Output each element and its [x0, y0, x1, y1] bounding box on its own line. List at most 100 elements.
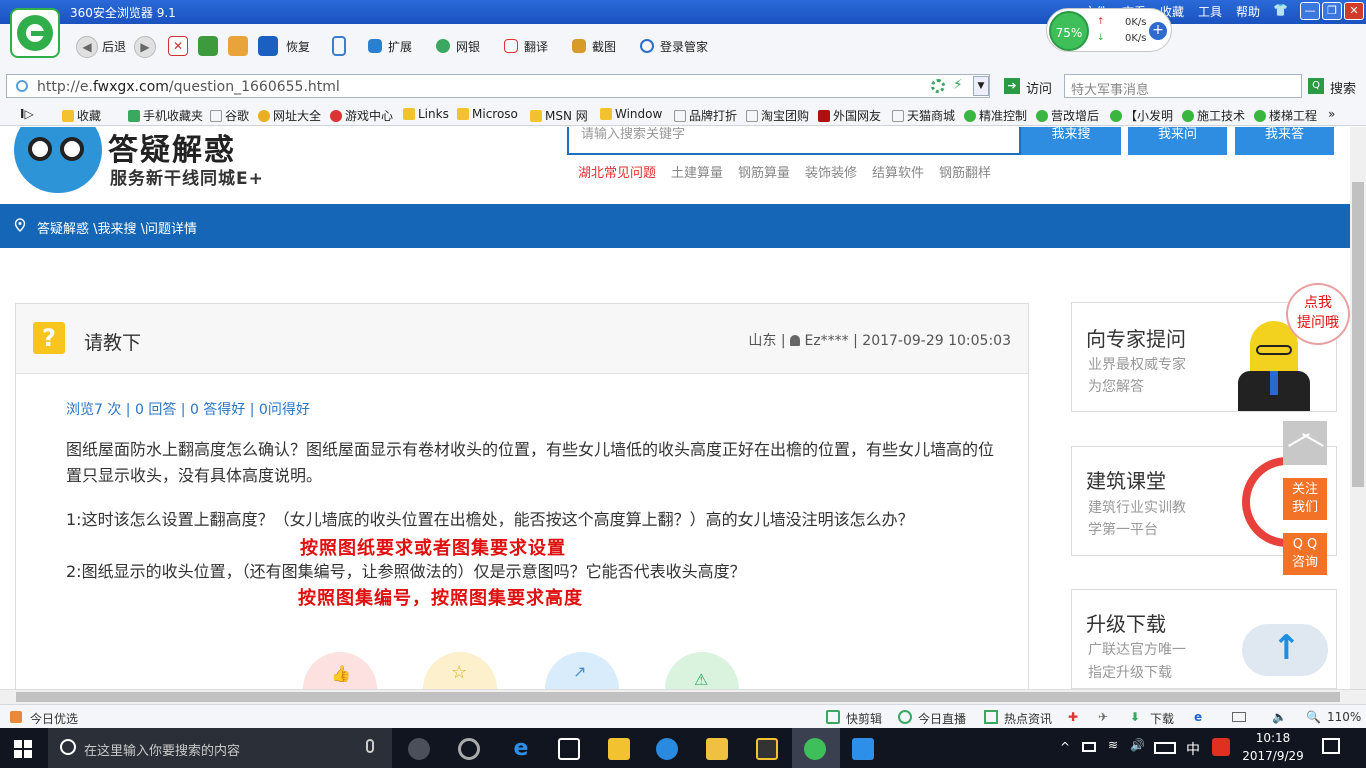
compat-mode-icon[interactable]: [931, 79, 945, 93]
extensions-button[interactable]: 扩展: [388, 38, 412, 55]
ask-bubble[interactable]: 点我 提问哦: [1286, 283, 1350, 345]
login-button[interactable]: 登录管家: [660, 38, 708, 55]
notes-icon[interactable]: [706, 738, 728, 760]
bookmark-item[interactable]: 天猫商城: [892, 107, 955, 124]
bank-button[interactable]: 网银: [456, 38, 480, 55]
edge-icon[interactable]: e: [510, 738, 532, 760]
menu-tools[interactable]: 工具: [1198, 3, 1222, 20]
notifications-icon[interactable]: [1322, 738, 1340, 754]
bookmark-item[interactable]: 网址大全: [258, 107, 321, 124]
login-icon[interactable]: [640, 39, 654, 53]
clock-time[interactable]: 10:18: [1248, 731, 1298, 745]
microphone-icon[interactable]: [366, 739, 374, 753]
status-item[interactable]: 快剪辑: [846, 710, 882, 727]
bookmark-item[interactable]: MSN 网: [530, 107, 588, 124]
tray-chevron-icon[interactable]: ^: [1060, 740, 1070, 754]
restore-icon[interactable]: [258, 36, 278, 56]
hot-link[interactable]: 土建算量: [671, 162, 723, 181]
file-explorer-icon[interactable]: [608, 738, 630, 760]
vertical-scrollbar[interactable]: [1350, 127, 1366, 689]
restore-button[interactable]: 恢复: [286, 38, 310, 55]
store-icon[interactable]: [558, 738, 580, 760]
volume-icon[interactable]: 🔊: [1130, 738, 1145, 752]
refresh-icon[interactable]: [198, 36, 218, 56]
close-button[interactable]: ✕: [1344, 2, 1364, 20]
pin-icon[interactable]: ✈: [1098, 710, 1108, 724]
dropdown-chevron-icon[interactable]: ▼: [973, 76, 989, 96]
medkit-icon[interactable]: ✚: [1068, 710, 1078, 724]
breadcrumb[interactable]: 答疑解惑 \我来搜 \问题详情: [37, 218, 197, 237]
plus-icon[interactable]: +: [1149, 22, 1167, 40]
status-item[interactable]: 今日直播: [918, 710, 966, 727]
skin-icon[interactable]: 👕: [1273, 3, 1288, 17]
answer-button[interactable]: 我来答: [1235, 127, 1334, 155]
speed-mode-icon[interactable]: ⚡: [953, 77, 963, 93]
bookmark-item[interactable]: 精准控制: [964, 107, 1027, 124]
maximize-button[interactable]: ❐: [1322, 2, 1342, 20]
sidebar-toggle-icon[interactable]: I▷: [20, 107, 34, 121]
taskbar-app-icon[interactable]: [656, 738, 678, 760]
hot-link[interactable]: 钢筋算量: [738, 162, 790, 181]
search-icon[interactable]: Q: [1308, 78, 1324, 94]
360-browser-icon[interactable]: [804, 738, 826, 760]
taskbar-app-icon[interactable]: [458, 738, 480, 760]
back-to-top-button[interactable]: [1283, 421, 1327, 465]
site-search-button[interactable]: 我来搜: [1021, 127, 1121, 155]
bookmark-item[interactable]: Links: [403, 107, 449, 121]
extensions-icon[interactable]: [368, 39, 382, 53]
bookmark-item[interactable]: 游戏中心: [330, 107, 393, 124]
bookmarks-overflow-icon[interactable]: »: [1328, 107, 1335, 121]
minimize-button[interactable]: —: [1300, 2, 1320, 20]
bookmark-item[interactable]: 外国网友: [818, 107, 881, 124]
download-panel[interactable]: 升级下载 广联达官方唯一 指定升级下载 ↑: [1071, 589, 1337, 689]
translate-icon[interactable]: [504, 39, 518, 53]
back-button[interactable]: 后退: [102, 38, 126, 55]
url-text[interactable]: http://e.fwxgx.com/question_1660655.html: [37, 79, 340, 95]
search-input[interactable]: 特大军事消息: [1064, 74, 1302, 98]
home-icon[interactable]: [228, 36, 248, 56]
scrollbar-thumb[interactable]: [1352, 182, 1364, 487]
volume-icon[interactable]: 🔈: [1272, 710, 1287, 724]
menu-help[interactable]: 帮助: [1236, 3, 1260, 20]
phone-icon[interactable]: [332, 36, 346, 56]
today-picks[interactable]: 今日优选: [30, 710, 78, 727]
qq-consult-button[interactable]: Q Q 咨询: [1283, 533, 1327, 575]
back-icon[interactable]: ◀: [76, 36, 98, 58]
keyboard-icon[interactable]: [1154, 742, 1176, 754]
help-icon[interactable]: [756, 738, 778, 760]
network-speed-widget[interactable]: 75% ↑ 0K/s ↓ 0K/s +: [1046, 8, 1172, 52]
ime-indicator[interactable]: 中: [1186, 739, 1200, 759]
bookmark-item[interactable]: Window: [600, 107, 662, 121]
windows-start-icon[interactable]: [14, 740, 32, 758]
bookmark-item[interactable]: 施工技术: [1182, 107, 1245, 124]
go-button[interactable]: 访问: [1026, 78, 1052, 97]
site-search-input[interactable]: 请输入搜索关键字: [567, 127, 1021, 155]
taskbar-app-icon[interactable]: [408, 738, 430, 760]
ask-button[interactable]: 我来问: [1128, 127, 1227, 155]
hot-link[interactable]: 结算软件: [872, 162, 924, 181]
translate-button[interactable]: 翻译: [524, 38, 548, 55]
status-item[interactable]: 热点资讯: [1004, 710, 1052, 727]
sogou-icon[interactable]: [1212, 738, 1230, 756]
battery-icon[interactable]: [1082, 742, 1096, 752]
horizontal-scrollbar[interactable]: [0, 689, 1366, 704]
zoom-level[interactable]: 110%: [1327, 710, 1361, 724]
wifi-icon[interactable]: ≋: [1108, 738, 1118, 752]
bank-icon[interactable]: [436, 39, 450, 53]
bookmark-item[interactable]: 营改增后: [1036, 107, 1099, 124]
bookmark-item[interactable]: 收藏: [62, 107, 101, 124]
window-icon[interactable]: [1232, 712, 1246, 722]
scrollbar-thumb[interactable]: [16, 692, 1340, 702]
stop-icon[interactable]: ✕: [168, 36, 188, 56]
search-button[interactable]: 搜索: [1330, 78, 1356, 97]
bookmark-item[interactable]: Microso: [457, 107, 518, 121]
hot-link[interactable]: 钢筋翻样: [939, 162, 991, 181]
taskbar-search[interactable]: 在这里输入你要搜索的内容: [48, 728, 392, 768]
go-icon[interactable]: ➔: [1004, 78, 1020, 94]
bookmark-item[interactable]: 【小发明: [1110, 107, 1173, 124]
screenshot-button[interactable]: 截图: [592, 38, 616, 55]
ie-icon[interactable]: e: [1194, 710, 1202, 724]
forward-icon[interactable]: ▶: [134, 36, 156, 58]
bookmark-item[interactable]: 品牌打折: [674, 107, 737, 124]
question-stats[interactable]: 浏览7 次 | 0 回答 | 0 答得好 | 0问得好: [66, 399, 310, 419]
